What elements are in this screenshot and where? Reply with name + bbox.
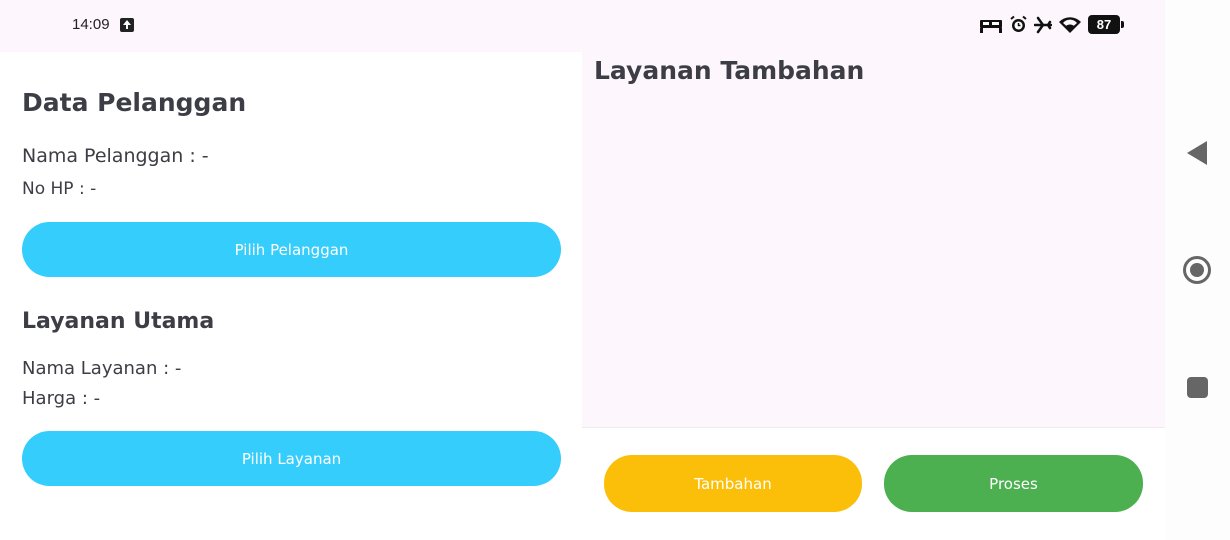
alarm-icon [1009, 15, 1028, 34]
customer-section-title: Data Pelanggan [22, 88, 247, 117]
back-icon[interactable] [1187, 141, 1207, 165]
wifi-icon [1058, 16, 1082, 34]
select-service-button[interactable]: Pilih Layanan [22, 431, 561, 486]
status-bar: 14:09 87 [0, 0, 1165, 52]
status-time: 14:09 [72, 16, 110, 33]
select-customer-button[interactable]: Pilih Pelanggan [22, 222, 561, 277]
battery-icon: 87 [1088, 15, 1124, 34]
airplane-icon [1034, 16, 1052, 34]
customer-name-line: Nama Pelanggan : - [22, 145, 209, 167]
bed-icon [979, 16, 1003, 34]
home-icon[interactable] [1183, 256, 1211, 284]
service-name-line: Nama Layanan : - [22, 358, 182, 379]
recents-icon[interactable] [1187, 377, 1208, 398]
add-extra-button[interactable]: Tambahan [604, 455, 862, 512]
customer-phone-line: No HP : - [22, 179, 97, 199]
service-price-line: Harga : - [22, 388, 101, 409]
additional-services-title: Layanan Tambahan [594, 56, 865, 85]
status-icons: 87 [979, 15, 1124, 34]
main-service-title: Layanan Utama [22, 309, 215, 334]
process-button[interactable]: Proses [884, 455, 1143, 512]
upload-icon [120, 18, 134, 32]
